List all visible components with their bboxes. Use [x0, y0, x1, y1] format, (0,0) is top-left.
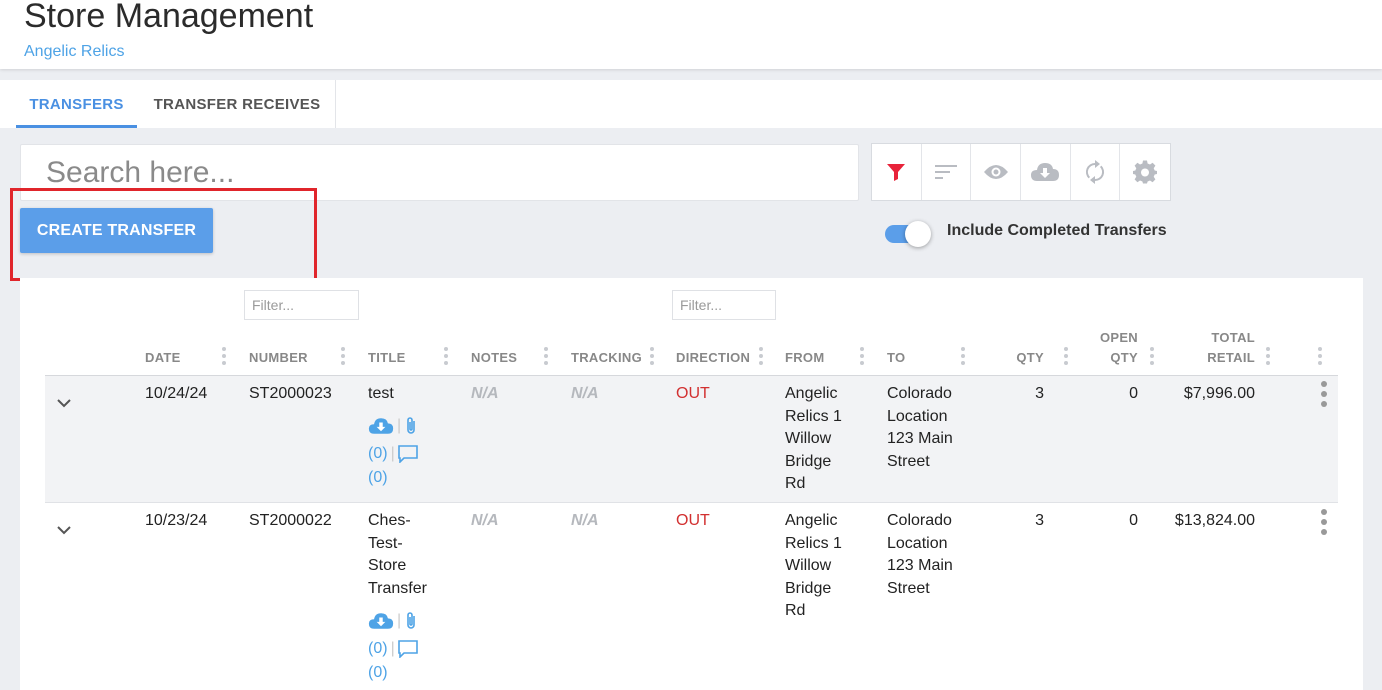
sort-icon	[935, 165, 957, 179]
column-header-qty[interactable]: QTY	[1004, 348, 1044, 368]
column-header-open-qty-line2[interactable]: QTY	[1090, 348, 1138, 368]
refresh-icon	[1085, 160, 1105, 184]
tab-bar: TRANSFERS TRANSFER RECEIVES	[0, 80, 1382, 128]
comment-icon[interactable]	[397, 445, 418, 463]
column-header-number[interactable]: NUMBER	[249, 348, 308, 368]
gear-icon	[1133, 160, 1158, 184]
page-header: Store Management Angelic Relics	[0, 0, 1382, 69]
column-menu-handle[interactable]	[1318, 347, 1322, 368]
row-tracking: N/A	[571, 512, 599, 529]
column-menu-handle[interactable]	[759, 347, 763, 368]
attachments-count[interactable]: (0)	[368, 638, 388, 661]
row-open-qty: 0	[1129, 385, 1138, 402]
row-links: | (0) | (0)	[368, 412, 418, 488]
column-menu-handle[interactable]	[1266, 347, 1270, 368]
refresh-button[interactable]	[1071, 144, 1121, 200]
number-filter-input[interactable]	[244, 290, 359, 320]
chevron-down-icon[interactable]	[56, 395, 72, 411]
column-header-to[interactable]: TO	[887, 348, 905, 368]
row-open-qty: 0	[1129, 512, 1138, 529]
page-title: Store Management	[24, 0, 314, 35]
column-menu-handle[interactable]	[544, 347, 548, 368]
column-header-notes[interactable]: NOTES	[471, 348, 517, 368]
row-qty: 3	[1035, 512, 1044, 529]
view-button[interactable]	[971, 144, 1022, 200]
row-title: test	[368, 385, 394, 402]
highlight-annotation-box	[10, 188, 317, 281]
column-menu-handle[interactable]	[341, 347, 345, 368]
row-tracking: N/A	[571, 385, 599, 402]
cloud-download-icon[interactable]	[368, 416, 394, 436]
column-menu-handle[interactable]	[444, 347, 448, 368]
cloud-download-icon	[1031, 163, 1060, 181]
column-header-total-retail-line1[interactable]: TOTAL	[1194, 328, 1255, 348]
include-completed-toggle[interactable]	[885, 221, 931, 247]
include-completed-label: Include Completed Transfers	[947, 222, 1167, 239]
row-date: 10/23/24	[145, 512, 208, 529]
column-menu-handle[interactable]	[222, 347, 226, 368]
row-actions-menu[interactable]	[1321, 381, 1327, 411]
column-header-from[interactable]: FROM	[785, 348, 824, 368]
column-menu-handle[interactable]	[1064, 347, 1068, 368]
eye-icon	[983, 165, 1008, 179]
row-number[interactable]: ST2000022	[249, 510, 332, 533]
row-from: Angelic Relics 1 Willow Bridge Rd	[785, 512, 842, 619]
filter-button[interactable]	[872, 144, 922, 200]
table-toolbar	[871, 143, 1171, 201]
column-header-direction[interactable]: DIRECTION	[676, 348, 750, 368]
row-number[interactable]: ST2000023	[249, 383, 332, 406]
filter-icon	[887, 164, 906, 181]
column-menu-handle[interactable]	[650, 347, 654, 368]
column-header-title[interactable]: TITLE	[368, 348, 406, 368]
comments-count[interactable]: (0)	[368, 467, 388, 490]
row-direction: OUT	[676, 385, 710, 402]
column-menu-handle[interactable]	[961, 347, 965, 368]
row-total-retail: $7,996.00	[1183, 385, 1255, 402]
column-menu-handle[interactable]	[1150, 347, 1154, 368]
settings-button[interactable]	[1120, 144, 1170, 200]
row-notes: N/A	[471, 512, 499, 529]
row-from: Angelic Relics 1 Willow Bridge Rd	[785, 385, 842, 492]
column-menu-handle[interactable]	[860, 347, 864, 368]
paperclip-icon[interactable]	[404, 611, 418, 631]
export-button[interactable]	[1021, 144, 1071, 200]
cloud-download-icon[interactable]	[368, 611, 394, 631]
row-qty: 3	[1035, 385, 1044, 402]
row-total-retail: $13,824.00	[1174, 512, 1255, 529]
row-actions-menu[interactable]	[1321, 509, 1327, 539]
attachments-count[interactable]: (0)	[368, 443, 388, 466]
sort-button[interactable]	[922, 144, 972, 200]
column-header-total-retail-line2[interactable]: RETAIL	[1194, 348, 1255, 368]
chevron-down-icon[interactable]	[56, 522, 72, 538]
row-date: 10/24/24	[145, 385, 208, 402]
row-to: Colorado Location 123 Main Street	[887, 385, 953, 470]
row-notes: N/A	[471, 385, 499, 402]
column-header-date[interactable]: DATE	[145, 348, 181, 368]
tab-transfers[interactable]: TRANSFERS	[16, 80, 137, 128]
row-title: Ches-Test-Store Transfer	[368, 512, 427, 597]
tab-transfer-receives[interactable]: TRANSFER RECEIVES	[139, 80, 336, 128]
row-direction: OUT	[676, 512, 710, 529]
store-name-link[interactable]: Angelic Relics	[24, 43, 124, 61]
direction-filter-input[interactable]	[672, 290, 776, 320]
toggle-knob	[905, 221, 931, 247]
row-to: Colorado Location 123 Main Street	[887, 512, 953, 597]
comments-count[interactable]: (0)	[368, 662, 388, 685]
column-header-open-qty-line1[interactable]: OPEN	[1090, 328, 1138, 348]
comment-icon[interactable]	[397, 640, 418, 658]
paperclip-icon[interactable]	[404, 416, 418, 436]
row-links: | (0) | (0)	[368, 607, 418, 683]
column-header-tracking[interactable]: TRACKING	[571, 348, 642, 368]
